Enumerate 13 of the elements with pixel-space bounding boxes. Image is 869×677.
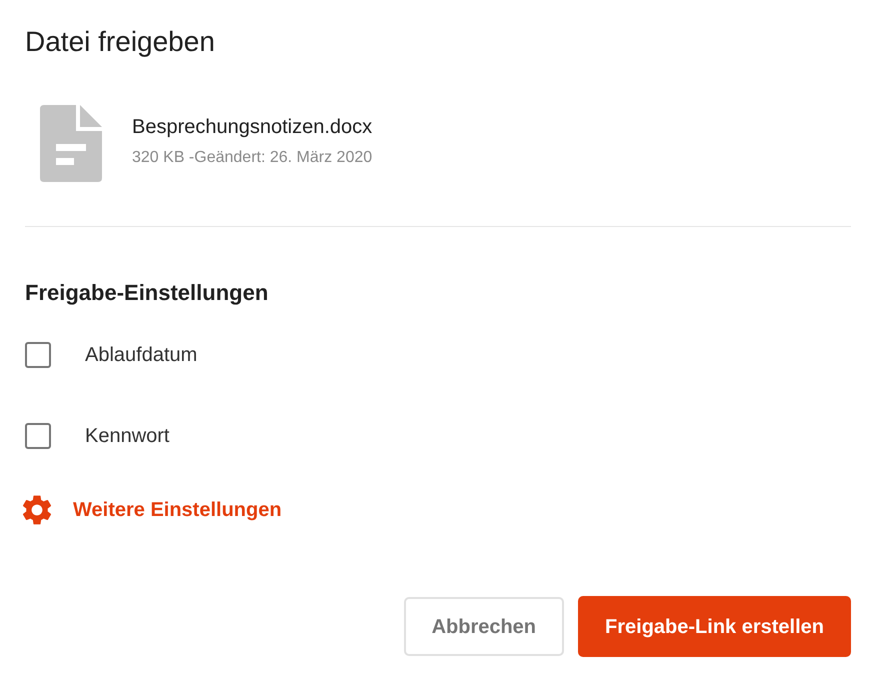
checkbox[interactable] <box>25 342 51 368</box>
option-label: Kennwort <box>85 424 170 449</box>
dialog-title: Datei freigeben <box>25 25 216 59</box>
document-icon <box>40 105 102 182</box>
file-details: 320 KB -Geändert: 26. März 2020 <box>132 148 372 168</box>
settings-icon <box>22 495 52 525</box>
checkbox[interactable] <box>25 423 51 449</box>
section-heading: Freigabe-Einstellungen <box>25 279 270 307</box>
file-name: Besprechungsnotizen.docx <box>132 115 372 140</box>
option-label: Ablaufdatum <box>85 343 198 368</box>
create-link-button[interactable]: Freigabe-Link erstellen <box>578 596 851 657</box>
cancel-button[interactable]: Abbrechen <box>404 597 564 656</box>
more-settings-link[interactable]: Weitere Einstellungen <box>22 495 282 525</box>
